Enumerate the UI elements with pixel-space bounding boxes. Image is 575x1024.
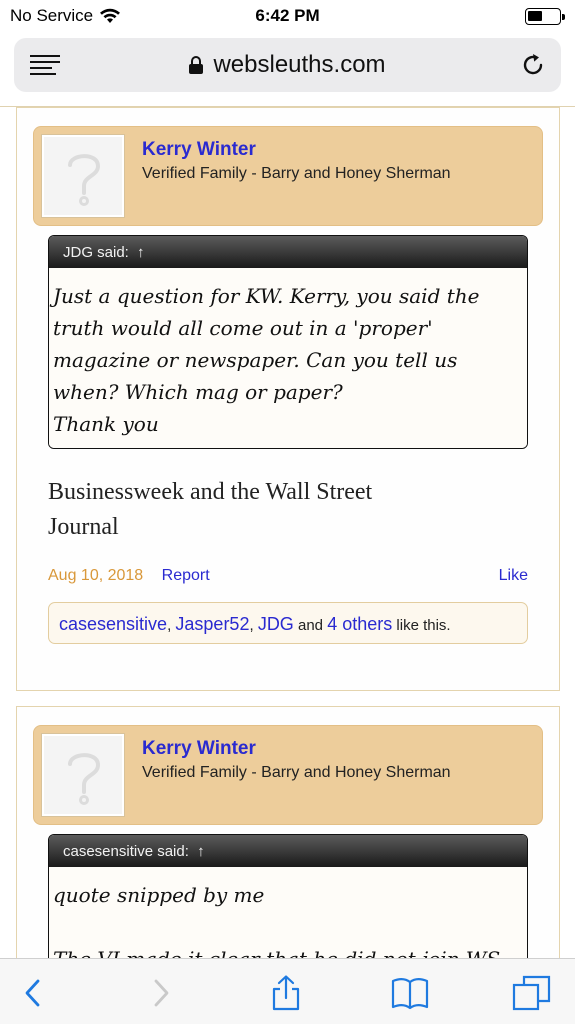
liker-link[interactable]: JDG	[258, 614, 294, 634]
quote-line: quote snipped by me	[53, 883, 265, 907]
likes-summary: casesensitive, Jasper52, JDG and 4 other…	[48, 602, 528, 644]
jump-to-quote-icon[interactable]: ↑	[197, 843, 205, 860]
lock-icon	[189, 56, 204, 74]
forward-icon[interactable]	[140, 973, 180, 1013]
url-display[interactable]: websleuths.com	[14, 51, 561, 79]
author-title: Verified Family - Barry and Honey Sherma…	[142, 165, 451, 182]
message-line: Journal	[48, 514, 119, 540]
post-author-bar: Kerry Winter Verified Family - Barry and…	[33, 725, 543, 825]
quote-line: magazine or newspaper. Can you tell us	[53, 348, 458, 372]
avatar[interactable]	[42, 135, 124, 217]
quote-header[interactable]: JDG said: ↑	[49, 236, 527, 268]
likes-tail-text: like this.	[396, 617, 451, 634]
likes-separator: ,	[167, 617, 172, 634]
post-meta: Aug 10, 2018 Report Like	[48, 567, 528, 585]
bookmarks-icon[interactable]	[390, 973, 430, 1013]
like-button[interactable]: Like	[499, 567, 528, 585]
clock: 6:42 PM	[255, 6, 320, 25]
status-bar: No Service 6:42 PM	[0, 0, 575, 32]
author-title: Verified Family - Barry and Honey Sherma…	[142, 764, 451, 781]
author-name-link[interactable]: Kerry Winter	[142, 738, 256, 760]
liker-link[interactable]: casesensitive	[59, 614, 167, 634]
quote-header[interactable]: casesensitive said: ↑	[49, 835, 527, 867]
post-author-bar: Kerry Winter Verified Family - Barry and…	[33, 126, 543, 226]
default-avatar-icon	[68, 753, 101, 805]
post-date[interactable]: Aug 10, 2018	[48, 567, 143, 584]
quote-line: when? Which mag or paper?	[53, 380, 343, 404]
url-text: websleuths.com	[213, 51, 386, 78]
default-avatar-icon	[68, 154, 101, 206]
quote-line: Just a question for KW. Kerry, you said …	[53, 284, 480, 308]
share-icon[interactable]	[266, 973, 306, 1013]
avatar[interactable]	[42, 734, 124, 816]
back-icon[interactable]	[14, 973, 54, 1013]
reload-icon[interactable]	[521, 52, 547, 78]
likes-and-text: and	[297, 617, 324, 634]
post-card: Kerry Winter Verified Family - Barry and…	[16, 706, 560, 1024]
address-bar[interactable]: websleuths.com	[14, 38, 561, 92]
quote-line	[53, 911, 523, 943]
quote-text: Just a question for KW. Kerry, you said …	[49, 268, 527, 448]
quote-line: Thank you	[53, 412, 159, 436]
tabs-icon[interactable]	[512, 973, 552, 1013]
liker-link[interactable]: Jasper52	[175, 614, 249, 634]
author-name-link[interactable]: Kerry Winter	[142, 139, 256, 161]
screen: { "status_bar": { "carrier": "No Service…	[0, 0, 575, 1024]
likes-separator: ,	[249, 617, 254, 634]
quote-line: truth would all come out in a 'proper'	[53, 316, 433, 340]
battery-icon	[525, 8, 565, 25]
jump-to-quote-icon[interactable]: ↑	[137, 244, 145, 261]
post-card: Kerry Winter Verified Family - Barry and…	[16, 107, 560, 691]
quote-block: JDG said: ↑ Just a question for KW. Kerr…	[48, 235, 528, 449]
quote-attribution: JDG said:	[63, 244, 129, 261]
report-link[interactable]: Report	[162, 567, 210, 584]
browser-toolbar	[0, 958, 575, 1024]
quote-attribution: casesensitive said:	[63, 843, 189, 860]
post-message: Businessweek and the Wall Street Journal	[48, 475, 528, 545]
message-line: Businessweek and the Wall Street	[48, 479, 373, 505]
likes-others-link[interactable]: 4 others	[327, 614, 392, 634]
